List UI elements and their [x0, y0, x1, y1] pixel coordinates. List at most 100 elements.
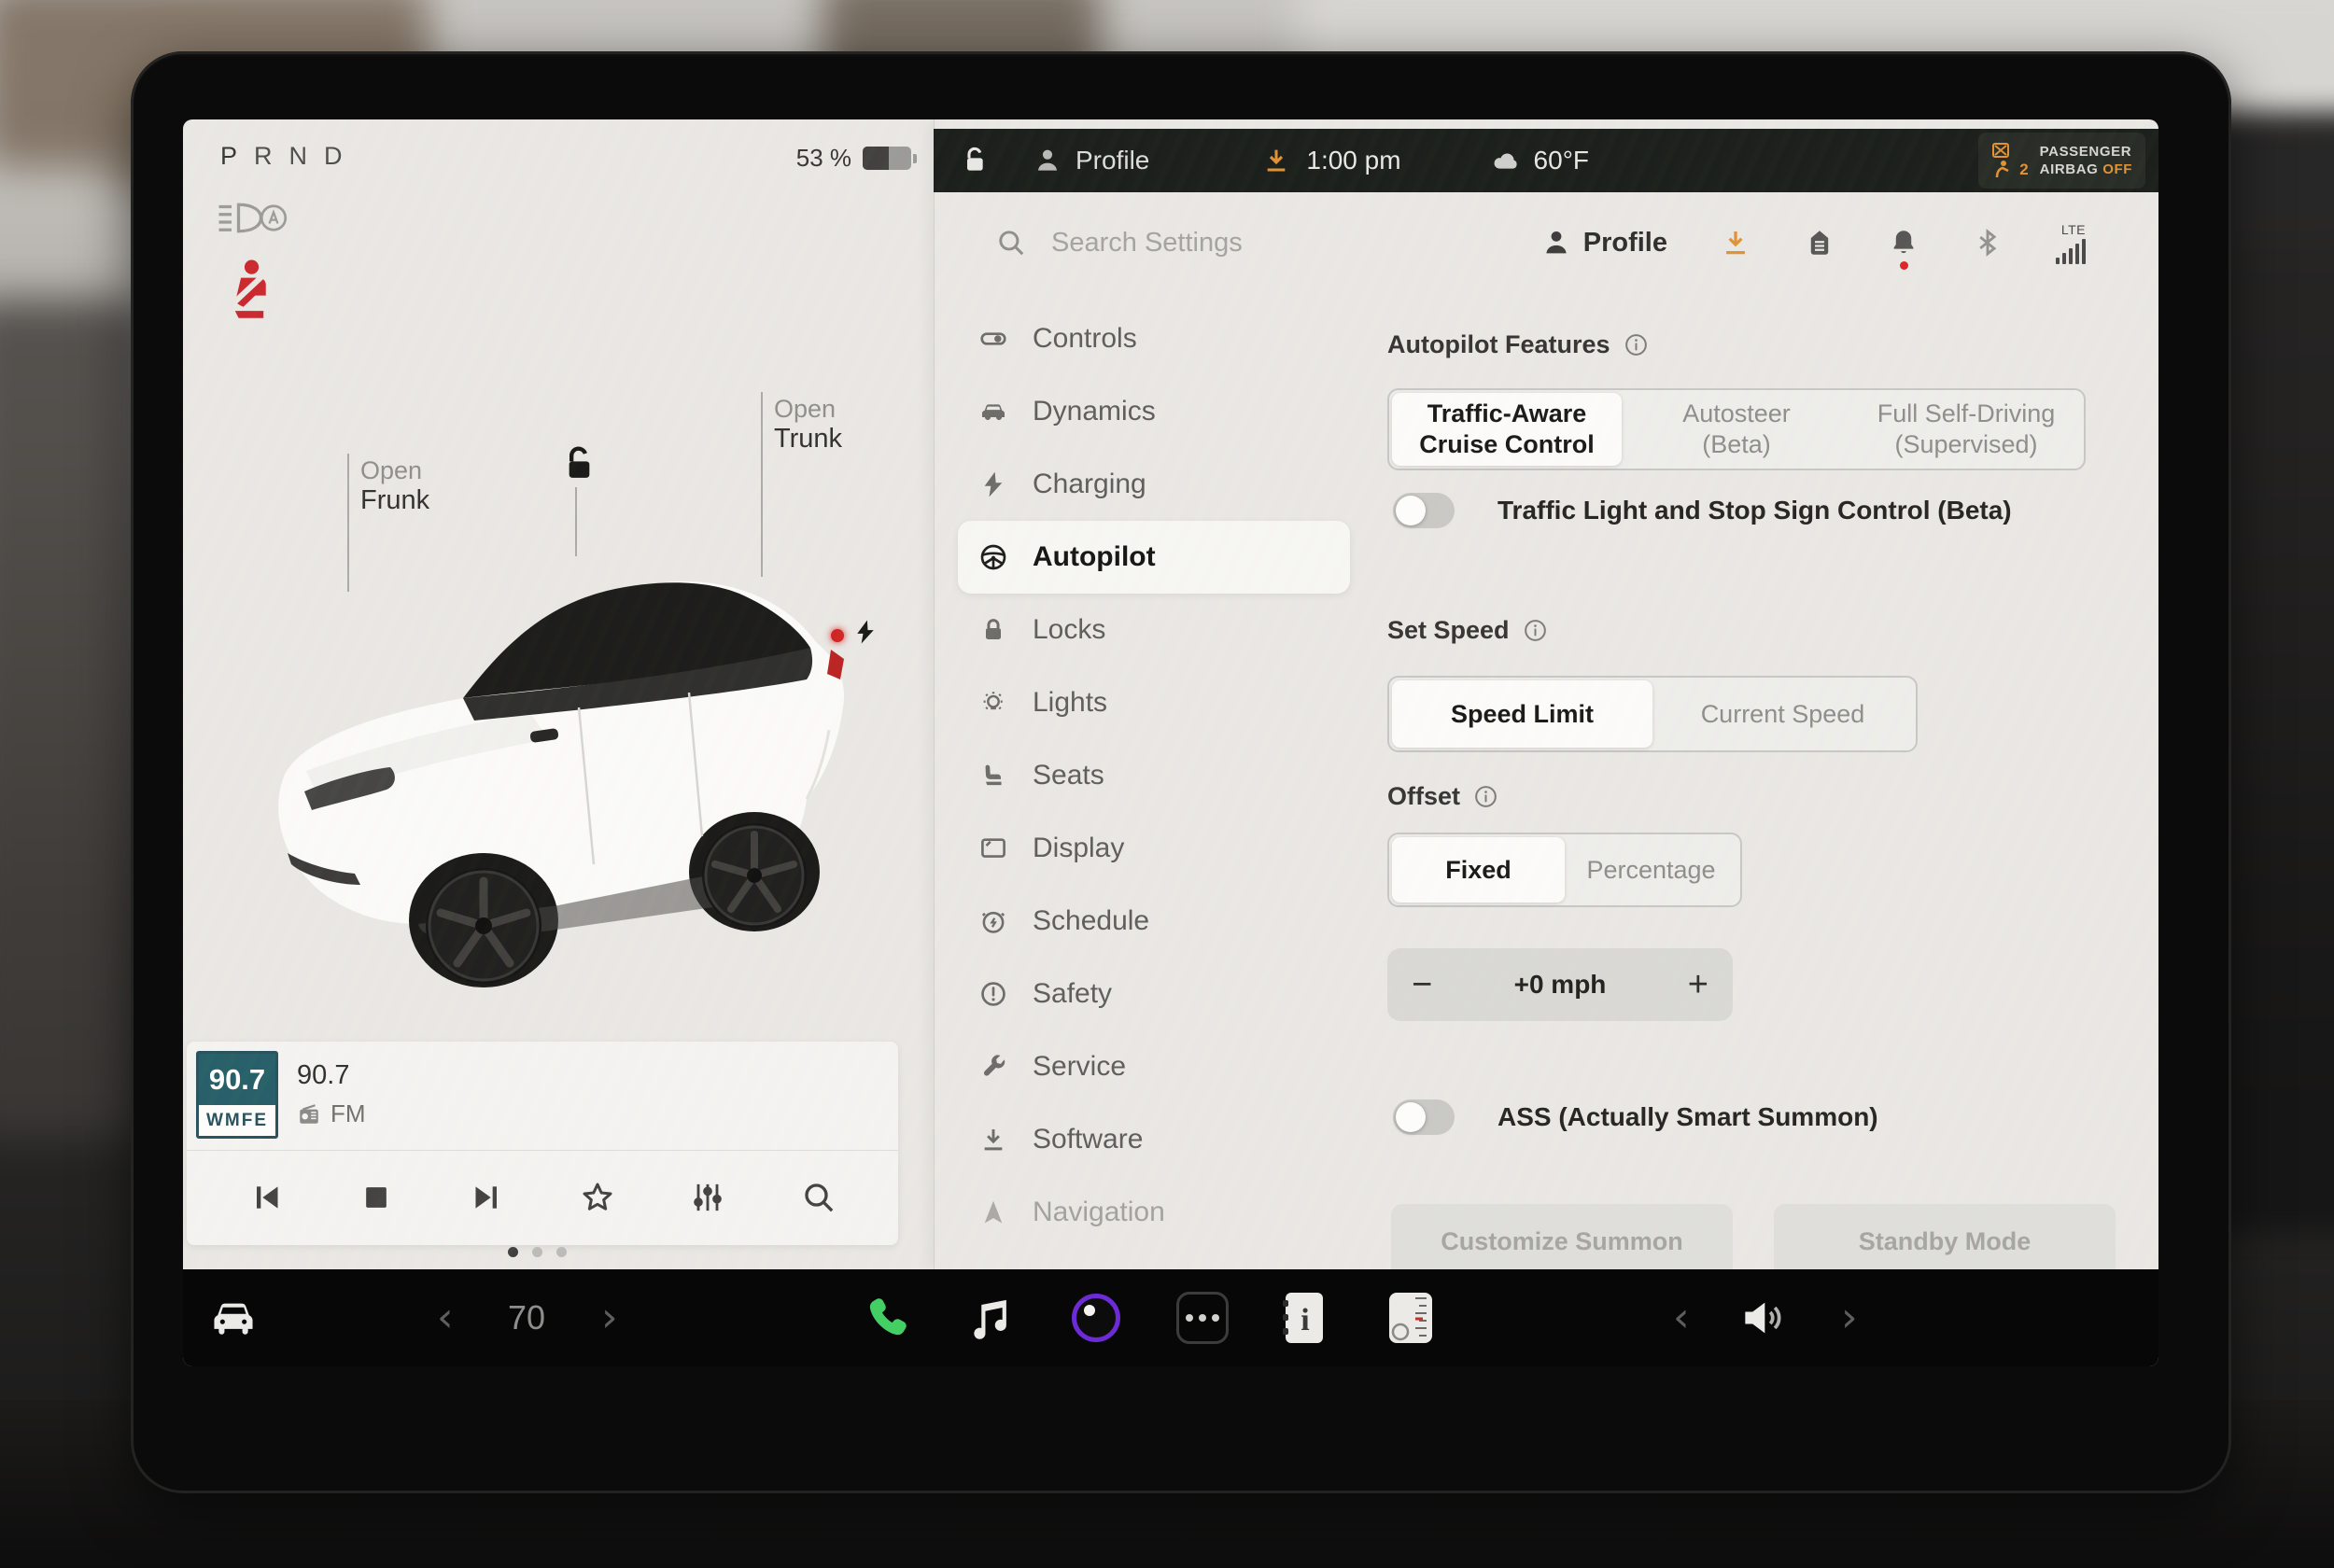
sidebar-item-label: Charging — [1033, 469, 1146, 500]
sidebar-item-controls[interactable]: Controls — [958, 302, 1350, 375]
sidebar-item-label: Navigation — [1033, 1197, 1165, 1228]
media-page-indicator[interactable] — [508, 1247, 567, 1257]
profile-icon — [1540, 227, 1572, 259]
front-wheel — [426, 868, 541, 984]
segment-option[interactable]: Fixed — [1392, 837, 1565, 903]
gear-d[interactable]: D — [324, 142, 344, 171]
media-search-icon[interactable] — [800, 1179, 837, 1216]
release-notes-icon[interactable] — [1804, 227, 1835, 259]
toggle-knob — [1396, 496, 1426, 525]
segment-option[interactable]: Current Speed — [1652, 680, 1913, 748]
open-trunk-label[interactable]: Open Trunk — [774, 394, 842, 454]
open-frunk-label[interactable]: Open Frunk — [360, 455, 429, 515]
car-controls-button[interactable] — [205, 1292, 261, 1344]
sidebar-item-seats[interactable]: Seats — [958, 739, 1350, 812]
smart-summon-toggle[interactable] — [1393, 1099, 1455, 1135]
notifications-bell-icon[interactable] — [1888, 227, 1919, 259]
sidebar-item-locks[interactable]: Locks — [958, 594, 1350, 666]
profile-icon[interactable] — [1033, 146, 1062, 175]
battery-icon — [863, 147, 911, 170]
top-status-bar: Profile 1:00 pm 60°F — [934, 129, 2158, 192]
profile-switcher[interactable]: Profile — [1540, 227, 1667, 259]
volume-up-chevron[interactable]: › — [1841, 1297, 1858, 1338]
temp-decrease-chevron[interactable]: ‹ — [437, 1297, 454, 1338]
music-app-icon[interactable] — [965, 1292, 1018, 1344]
unlocked-icon[interactable] — [558, 444, 596, 482]
airbag-off-icon: 2 — [1991, 142, 2028, 179]
temp-increase-chevron[interactable]: › — [601, 1297, 618, 1338]
bluetooth-icon[interactable] — [1972, 227, 2004, 259]
page-dot[interactable] — [556, 1247, 567, 1257]
sidebar-item-charging[interactable]: Charging — [958, 448, 1350, 521]
station-logo[interactable]: 90.7 WMFE — [196, 1051, 278, 1139]
volume-down-chevron[interactable]: ‹ — [1673, 1297, 1690, 1338]
cellular-signal-icon[interactable]: LTE — [2056, 222, 2086, 264]
volume-button[interactable] — [1736, 1292, 1789, 1344]
segment-option[interactable]: Autosteer(Beta) — [1622, 393, 1851, 466]
active-profile-label[interactable]: Profile — [1076, 146, 1149, 175]
sidebar-item-safety[interactable]: Safety — [958, 958, 1350, 1030]
interior-temp-label[interactable]: 70 — [508, 1298, 545, 1337]
sidebar-item-label: Safety — [1033, 978, 1112, 1010]
info-icon[interactable] — [1523, 618, 1548, 643]
segment-option[interactable]: Speed Limit — [1392, 680, 1652, 748]
page-dot[interactable] — [508, 1247, 518, 1257]
software-download-icon[interactable] — [1261, 146, 1291, 175]
sidebar-item-navigation[interactable]: Navigation — [958, 1176, 1350, 1249]
gear-r[interactable]: R — [254, 142, 274, 171]
sidebar-item-lights[interactable]: Lights — [958, 666, 1350, 739]
sidebar-item-label: Dynamics — [1033, 396, 1156, 427]
segment-option[interactable]: Full Self-Driving(Supervised) — [1851, 393, 2081, 466]
page-dot[interactable] — [532, 1247, 542, 1257]
sidebar-item-service[interactable]: Service — [958, 1030, 1350, 1103]
favorite-star-icon[interactable] — [579, 1179, 616, 1216]
software-update-icon[interactable] — [1720, 227, 1751, 259]
sidebar-item-dynamics[interactable]: Dynamics — [958, 375, 1350, 448]
sidebar-item-schedule[interactable]: Schedule — [958, 885, 1350, 958]
sidebar-item-label: Seats — [1033, 760, 1104, 791]
radio-tuner-app-icon[interactable] — [1387, 1291, 1434, 1345]
search-icon[interactable] — [995, 227, 1027, 259]
smart-summon-row: ASS (Actually Smart Summon) — [1393, 1099, 1878, 1135]
more-apps-button[interactable] — [1176, 1292, 1229, 1344]
navigation-icon — [978, 1197, 1008, 1227]
media-source: FM — [297, 1099, 366, 1128]
car-3d-view[interactable] — [250, 556, 859, 1006]
segment-option[interactable]: Traffic-AwareCruise Control — [1392, 393, 1622, 466]
previous-track-icon[interactable] — [247, 1179, 285, 1216]
sidebar-item-software[interactable]: Software — [958, 1103, 1350, 1176]
equalizer-icon[interactable] — [689, 1179, 726, 1216]
offset-title-text: Offset — [1387, 782, 1460, 811]
ellipsis-icon — [1176, 1292, 1229, 1344]
phone-app-icon[interactable] — [861, 1292, 913, 1344]
sidebar-item-display[interactable]: Display — [958, 812, 1350, 885]
offset-stepper: − +0 mph + — [1387, 948, 1733, 1021]
schedule-icon — [978, 906, 1008, 936]
info-icon[interactable] — [1473, 784, 1498, 809]
segment-option[interactable]: Percentage — [1565, 837, 1737, 903]
next-track-icon[interactable] — [469, 1179, 506, 1216]
sidebar-item-label: Display — [1033, 833, 1124, 864]
traffic-light-toggle[interactable] — [1393, 493, 1455, 528]
sidebar-item-label: Software — [1033, 1124, 1143, 1155]
sidebar-item-autopilot[interactable]: Autopilot — [958, 521, 1350, 594]
search-settings-input[interactable]: Search Settings — [1051, 228, 1243, 259]
vehicle-unlocked-icon[interactable] — [960, 146, 990, 175]
gear-indicator[interactable]: P R N D — [220, 142, 344, 171]
standby-mode-button[interactable]: Standby Mode — [1774, 1204, 2116, 1279]
panel-divider — [934, 119, 935, 1269]
dashcam-app-icon[interactable] — [1072, 1294, 1120, 1342]
increase-button[interactable]: + — [1688, 967, 1708, 1002]
toggle-knob — [1396, 1102, 1426, 1132]
trunk-pointer-line — [761, 392, 763, 577]
info-icon[interactable] — [1624, 332, 1649, 357]
gear-p[interactable]: P — [220, 142, 238, 171]
settings-sidebar: Controls Dynamics Charging AutopilotLocksLi… — [958, 302, 1350, 1249]
customize-summon-button[interactable]: Customize Summon — [1391, 1204, 1733, 1279]
autopilot-features-segmented: Traffic-AwareCruise ControlAutosteer(Bet… — [1387, 388, 2086, 470]
dashcam-lens-icon — [1072, 1294, 1120, 1342]
owners-manual-app-icon[interactable]: i — [1281, 1291, 1326, 1345]
gear-n[interactable]: N — [289, 142, 309, 171]
stop-icon[interactable] — [358, 1179, 395, 1216]
decrease-button[interactable]: − — [1412, 967, 1432, 1002]
